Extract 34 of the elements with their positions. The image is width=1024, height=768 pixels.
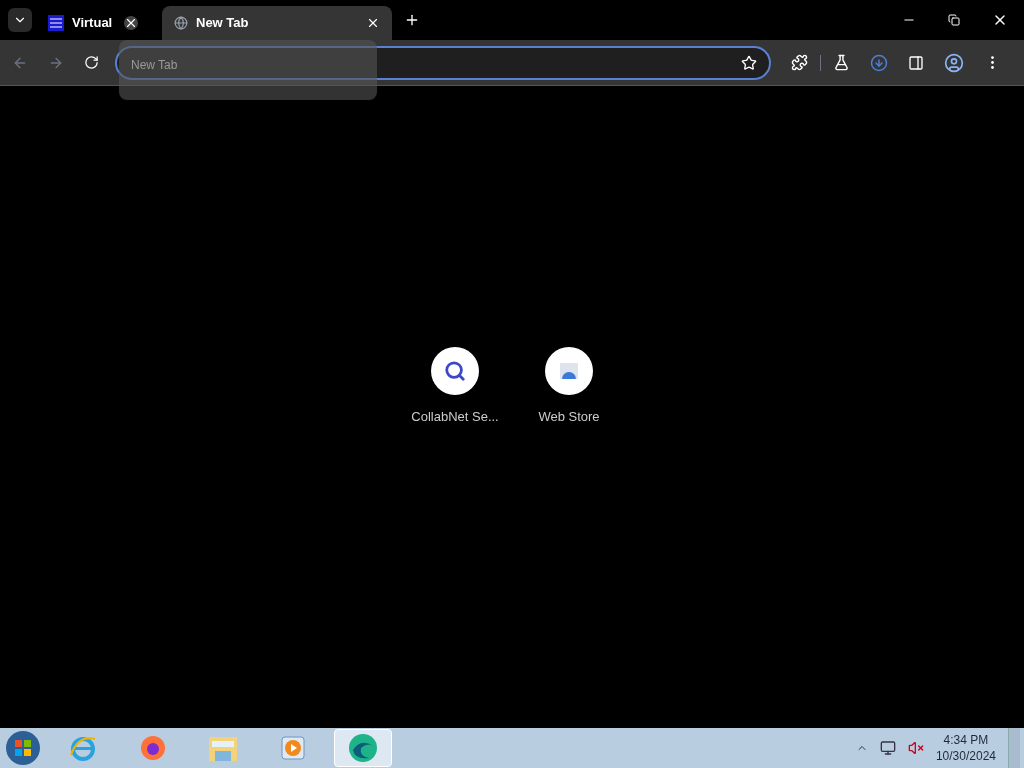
- flask-icon[interactable]: [833, 54, 850, 71]
- search-icon: [444, 360, 466, 383]
- star-icon[interactable]: [741, 54, 757, 71]
- reload-icon[interactable]: [84, 55, 99, 70]
- network-icon[interactable]: [879, 740, 896, 756]
- fox-globe-icon: [138, 733, 168, 763]
- tab-title: Virtual: [72, 14, 114, 33]
- sliders-icon: [48, 15, 64, 31]
- close-icon[interactable]: [124, 16, 138, 30]
- side-panel-icon[interactable]: [908, 54, 924, 71]
- shortcut-label: CollabNet Se...: [411, 408, 499, 427]
- address-field[interactable]: [115, 45, 771, 80]
- shortcut-tile[interactable]: Web Store: [524, 347, 614, 427]
- taskbar-button[interactable]: [334, 729, 392, 767]
- shortcut-tile[interactable]: CollabNet Se...: [410, 347, 500, 427]
- download-icon[interactable]: [870, 53, 888, 72]
- muted-speaker-icon[interactable]: [907, 740, 924, 756]
- browser-tab[interactable]: New Tab: [162, 6, 392, 40]
- puzzle-icon[interactable]: [791, 54, 808, 71]
- restore-icon[interactable]: [948, 14, 960, 26]
- tab-title: New Tab: [196, 14, 250, 33]
- edge-wave-icon: [347, 732, 379, 764]
- browser-tab[interactable]: Virtual: [36, 6, 150, 40]
- tab-search-button[interactable]: [8, 8, 32, 32]
- shortcut-label: Web Store: [538, 408, 600, 427]
- clock-date: 10/30/2024: [935, 748, 996, 764]
- new-tab-icon[interactable]: [404, 12, 420, 28]
- close-icon[interactable]: [366, 16, 380, 30]
- profile-icon[interactable]: [944, 52, 964, 73]
- start-orb-icon[interactable]: [4, 729, 42, 767]
- clock-time: 4:34 PM: [943, 732, 989, 748]
- globe-icon: [174, 16, 188, 30]
- hover-card-title: New Tab: [131, 58, 178, 72]
- media-player-icon: [279, 734, 307, 762]
